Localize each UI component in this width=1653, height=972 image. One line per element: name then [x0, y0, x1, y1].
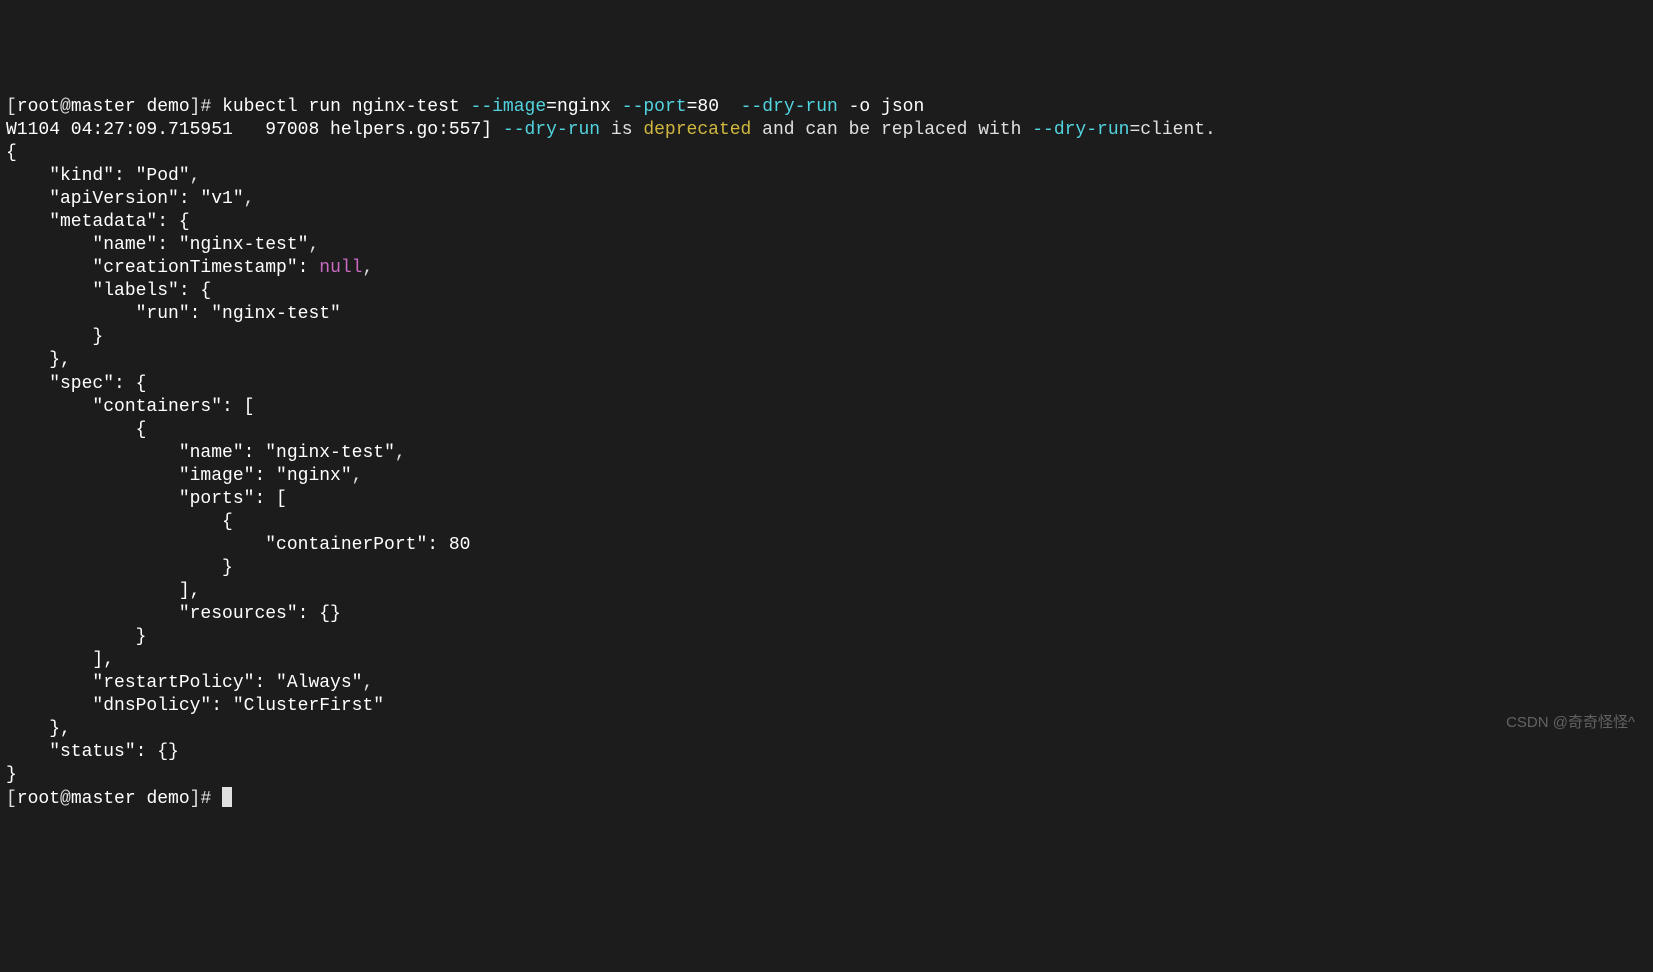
json-output: { "kind": "Pod", "apiVersion": "v1", "me…	[6, 143, 470, 785]
warning-line: W1104 04:27:09.715951 97008 helpers.go:5…	[6, 120, 1216, 140]
command-1: kubectl run nginx-test --image=nginx --p…	[222, 97, 924, 117]
prompt-line-2: [root@master demo]#	[6, 789, 222, 809]
prompt-line-1: [root@master demo]#	[6, 97, 222, 117]
terminal-output[interactable]: [root@master demo]# kubectl run nginx-te…	[6, 96, 1647, 811]
watermark-text: CSDN @奇奇怪怪^	[1506, 713, 1635, 732]
cursor-icon	[222, 787, 232, 807]
